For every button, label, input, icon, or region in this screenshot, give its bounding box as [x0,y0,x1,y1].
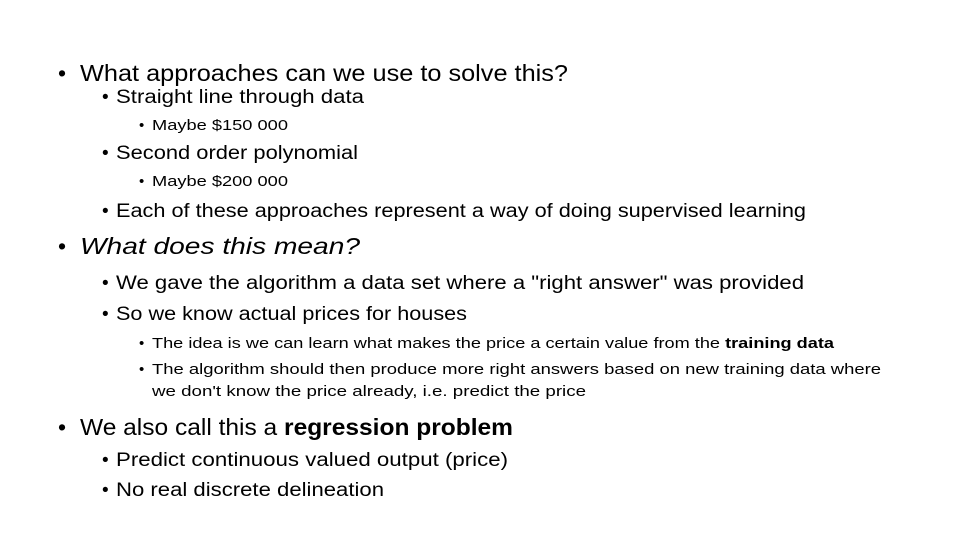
bullet-icon: • [102,201,109,222]
bullet-icon: • [102,273,109,294]
bold-term: regression problem [284,414,513,440]
bullet-continuous-output: Predict continuous valued output (price) [116,450,508,471]
bullet-icon: • [102,143,109,164]
bullet-icon: • [58,414,67,440]
bullet-maybe-150000: Maybe $150 000 [152,117,288,134]
bullet-icon: • [102,480,109,501]
bullet-icon: • [139,117,145,134]
bullet-regression-problem: We also call this a regression problem [80,414,513,441]
bullet-second-order: Second order polynomial [116,143,358,164]
text: The idea is we can learn what makes the … [152,335,726,352]
bullet-icon: • [139,173,145,190]
bullet-training-data: The idea is we can learn what makes the … [152,335,834,352]
bullet-icon: • [58,233,67,259]
bullet-maybe-200000: Maybe $200 000 [152,173,288,190]
bullet-algorithm-continuation: we don't know the price already, i.e. pr… [152,383,586,400]
bullet-icon: • [139,335,145,352]
bullet-icon: • [102,450,109,471]
bullet-icon: • [58,60,67,86]
bold-term: training data [725,335,834,352]
text: We also call this a [80,414,285,440]
bullet-straight-line: Straight line through data [116,87,364,108]
bullet-algorithm-should: The algorithm should then produce more r… [152,361,881,378]
bullet-actual-prices: So we know actual prices for houses [116,304,467,325]
bullet-approaches: What approaches can we use to solve this… [80,60,568,86]
bullet-icon: • [102,87,109,108]
bullet-what-does-this-mean: What does this mean? [80,233,360,259]
bullet-no-discrete: No real discrete delineation [116,480,384,501]
bullet-right-answer: We gave the algorithm a data set where a… [116,273,804,294]
bullet-icon: • [102,304,109,325]
bullet-icon: • [139,361,145,378]
bullet-supervised-learning: Each of these approaches represent a way… [116,201,806,222]
